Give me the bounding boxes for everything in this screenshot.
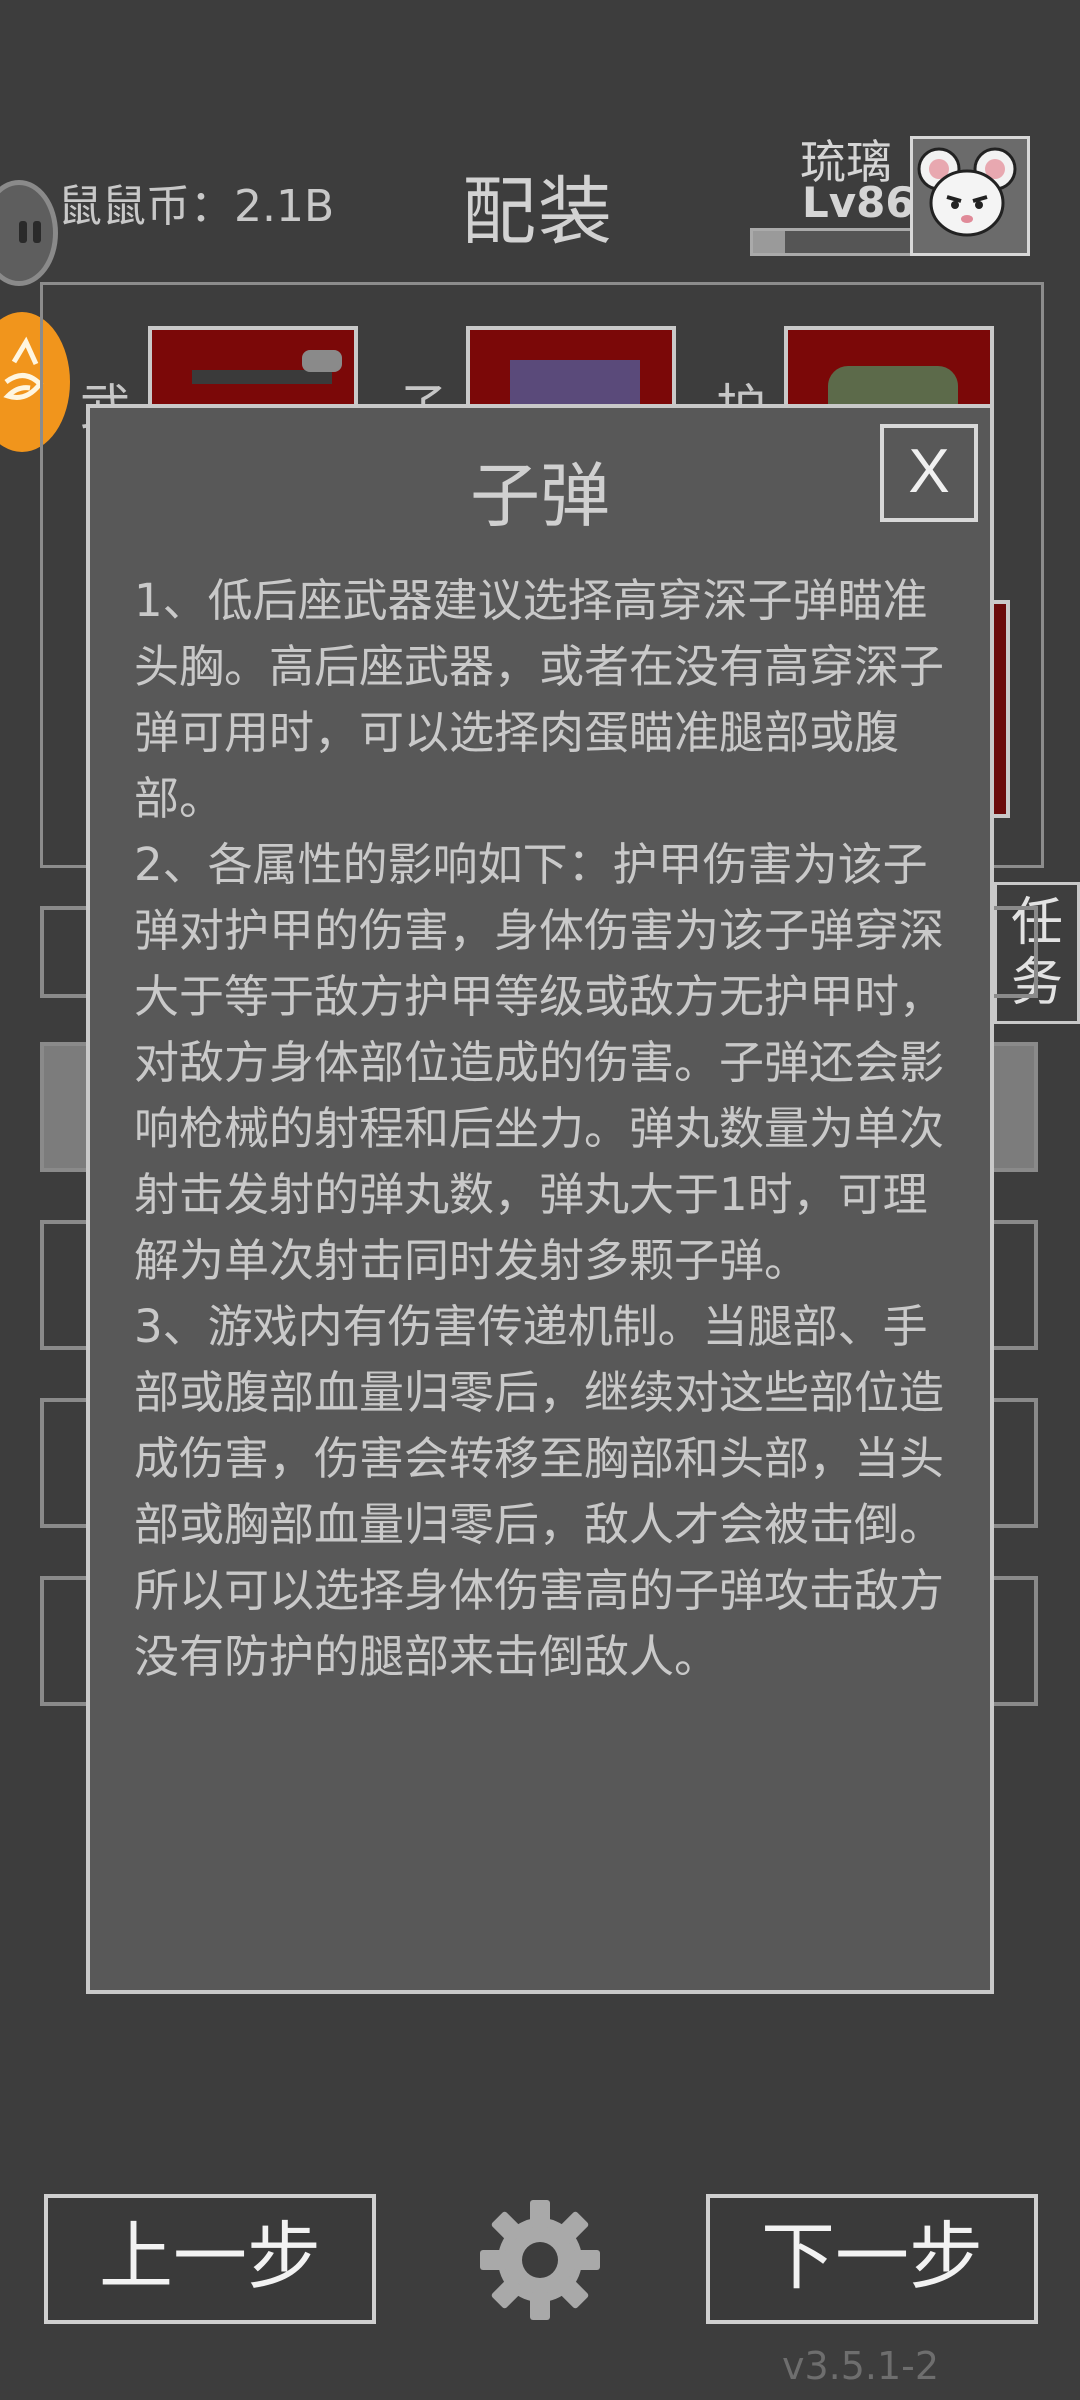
next-step-button[interactable]: 下一步 bbox=[706, 2194, 1038, 2324]
player-level: Lv86 bbox=[802, 178, 915, 227]
rifle-icon bbox=[192, 350, 342, 384]
dialog-body: 1、低后座武器建议选择高穿深子弹瞄准头胸。高后座武器，或者在没有高穿深子弹可用时… bbox=[134, 568, 964, 1690]
mouse-avatar-icon bbox=[917, 147, 1017, 237]
settings-button[interactable] bbox=[476, 2196, 604, 2324]
version-label: v3.5.1-2 bbox=[782, 2344, 940, 2388]
gear-icon bbox=[480, 2200, 600, 2320]
robot-face-eye bbox=[33, 221, 41, 243]
dialog-title: 子弹 bbox=[470, 455, 610, 537]
xp-progress-bar bbox=[750, 228, 914, 256]
coin-balance: 鼠鼠币：2.1B bbox=[58, 181, 335, 232]
close-button[interactable]: X bbox=[880, 424, 978, 522]
ammo-info-dialog: 子弹 X 1、低后座武器建议选择高穿深子弹瞄准头胸。高后座武器，或者在没有高穿深… bbox=[86, 404, 994, 1994]
prev-step-button[interactable]: 上一步 bbox=[44, 2194, 376, 2324]
player-avatar[interactable] bbox=[910, 136, 1030, 256]
robot-face-icon bbox=[19, 221, 27, 243]
xp-progress-fill bbox=[753, 231, 785, 253]
dialog-paragraph: 2、各属性的影响如下：护甲伤害为该子弹对护甲的伤害，身体伤害为该子弹穿深大于等于… bbox=[134, 838, 945, 1287]
dialog-paragraph: 3、游戏内有伤害传递机制。当腿部、手部或腹部血量归零后，继续对这些部位造成伤害，… bbox=[134, 1300, 945, 1683]
robot-face-button[interactable] bbox=[0, 180, 58, 286]
page-title: 配装 bbox=[462, 169, 614, 255]
dialog-paragraph: 1、低后座武器建议选择高穿深子弹瞄准头胸。高后座武器，或者在没有高穿深子弹可用时… bbox=[134, 574, 945, 825]
